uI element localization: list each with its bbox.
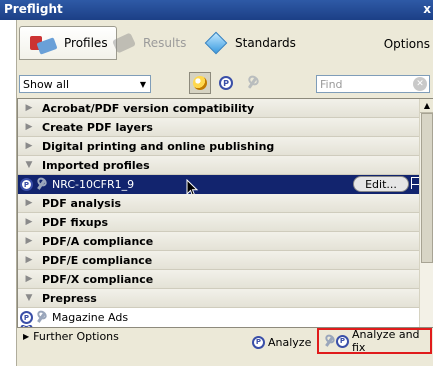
tab-standards-label: Standards (235, 36, 296, 50)
standards-icon (203, 31, 229, 55)
window-title: Preflight (4, 2, 63, 16)
category-label: Acrobat/PDF version compatibility (42, 101, 255, 115)
profile-toolbar-button[interactable] (189, 72, 211, 94)
analyze-label: Analyze (268, 335, 312, 349)
category-row[interactable]: ▶ PDF analysis (18, 194, 419, 213)
filter-row: Show all ▼ P Find ✕ (17, 66, 433, 94)
profile-item-selected[interactable]: P NRC-10CFR1_9 Edit... (18, 175, 420, 198)
collapse-triangle-icon[interactable]: ▼ (22, 160, 36, 170)
analyze-and-fix-label: Analyze and fix (352, 328, 420, 354)
bottom-bar: ▶ Further Options P Analyze P Analyze an… (17, 328, 433, 366)
expand-triangle-icon[interactable]: ▶ (22, 217, 36, 227)
category-label: Digital printing and online publishing (42, 139, 275, 153)
show-filter-value: Show all (23, 77, 70, 91)
category-label: Imported profiles (42, 158, 150, 172)
analyze-and-fix-button[interactable]: P Analyze and fix (317, 328, 432, 354)
check-profile-icon: P (252, 335, 265, 349)
category-row[interactable]: ▶ Digital printing and online publishing (18, 137, 419, 156)
results-icon (111, 32, 137, 54)
expand-triangle-icon[interactable]: ▶ (22, 198, 36, 208)
fixup-wrench-icon (35, 178, 48, 191)
profile-pressed-icon (193, 76, 207, 90)
options-menu[interactable]: Options (384, 37, 430, 51)
title-bar[interactable]: Preflight x (0, 0, 433, 20)
list-scrollbar[interactable]: ▲ (419, 99, 433, 327)
category-row[interactable]: ▶ PDF/X compliance (18, 270, 419, 289)
category-label: Prepress (42, 291, 97, 305)
profile-item-icons: P (20, 178, 48, 191)
category-row[interactable]: ▼ Prepress (18, 289, 419, 308)
fixup-wrench-icon (35, 311, 48, 324)
chevron-down-icon: ▼ (139, 79, 147, 89)
expand-triangle-icon[interactable]: ▶ (22, 141, 36, 151)
expand-triangle-icon[interactable]: ▶ (22, 236, 36, 246)
close-icon[interactable]: x (423, 2, 431, 16)
show-filter-select[interactable]: Show all ▼ (19, 75, 151, 93)
category-row[interactable]: ▶ PDF/E compliance (18, 251, 419, 270)
fixup-wrench-icon (323, 335, 336, 348)
category-label: PDF/E compliance (42, 253, 153, 267)
category-row[interactable]: ▶ Create PDF layers (18, 118, 419, 137)
expand-triangle-icon[interactable]: ▶ (22, 255, 36, 265)
clear-search-icon[interactable]: ✕ (413, 77, 427, 91)
fixup-toolbar-button[interactable] (241, 72, 263, 94)
tab-profiles[interactable]: Profiles (19, 26, 117, 60)
tab-bar: Profiles Results Standards Options (17, 20, 433, 66)
tab-standards[interactable]: Standards (195, 26, 304, 60)
check-profile-icon: P (20, 311, 33, 324)
further-options-label: Further Options (33, 330, 119, 343)
find-placeholder: Find (320, 77, 343, 91)
analyze-fix-icons: P (323, 334, 349, 348)
category-row[interactable]: ▼ Imported profiles (18, 156, 419, 175)
scroll-up-icon[interactable]: ▲ (420, 99, 433, 113)
profiles-list: ▶ Acrobat/PDF version compatibility ▶ Cr… (17, 98, 433, 328)
collapse-triangle-icon[interactable]: ▼ (22, 293, 36, 303)
check-toolbar-button[interactable]: P (215, 72, 237, 94)
expand-triangle-icon[interactable]: ▶ (22, 274, 36, 284)
preflight-window: Preflight x Profiles Results Standards O… (0, 0, 433, 366)
category-label: PDF analysis (42, 196, 122, 210)
profiles-icon (28, 32, 58, 55)
expand-triangle-icon[interactable]: ▶ (22, 103, 36, 113)
category-label: Create PDF layers (42, 120, 153, 134)
fixup-wrench-icon (245, 76, 259, 90)
category-label: PDF fixups (42, 215, 109, 229)
category-row[interactable]: ▶ PDF fixups (18, 213, 419, 232)
scroll-thumb[interactable] (421, 113, 433, 263)
category-row[interactable]: ▶ Acrobat/PDF version compatibility (18, 99, 419, 118)
profile-item-label: Magazine Ads (52, 311, 129, 324)
analyze-button[interactable]: P Analyze (252, 332, 311, 352)
tab-results-label: Results (143, 36, 187, 50)
category-row[interactable]: ▶ PDF/A compliance (18, 232, 419, 251)
category-label: PDF/A compliance (42, 234, 154, 248)
expand-triangle-icon[interactable]: ▶ (22, 122, 36, 132)
category-label: PDF/X compliance (42, 272, 154, 286)
tab-profiles-label: Profiles (64, 36, 108, 50)
profile-item-icons: P (20, 311, 48, 324)
edit-button[interactable]: Edit... (353, 176, 409, 192)
tab-results[interactable]: Results (103, 26, 194, 60)
check-profile-icon: P (219, 76, 233, 90)
check-profile-icon: P (336, 334, 349, 348)
find-input[interactable]: Find ✕ (316, 75, 430, 93)
profile-item-label: NRC-10CFR1_9 (52, 178, 135, 191)
preflight-panel: Profiles Results Standards Options Show … (16, 20, 433, 366)
further-options-toggle[interactable]: ▶ Further Options (23, 330, 119, 343)
expand-triangle-icon: ▶ (23, 332, 30, 341)
check-profile-icon: P (20, 178, 33, 191)
